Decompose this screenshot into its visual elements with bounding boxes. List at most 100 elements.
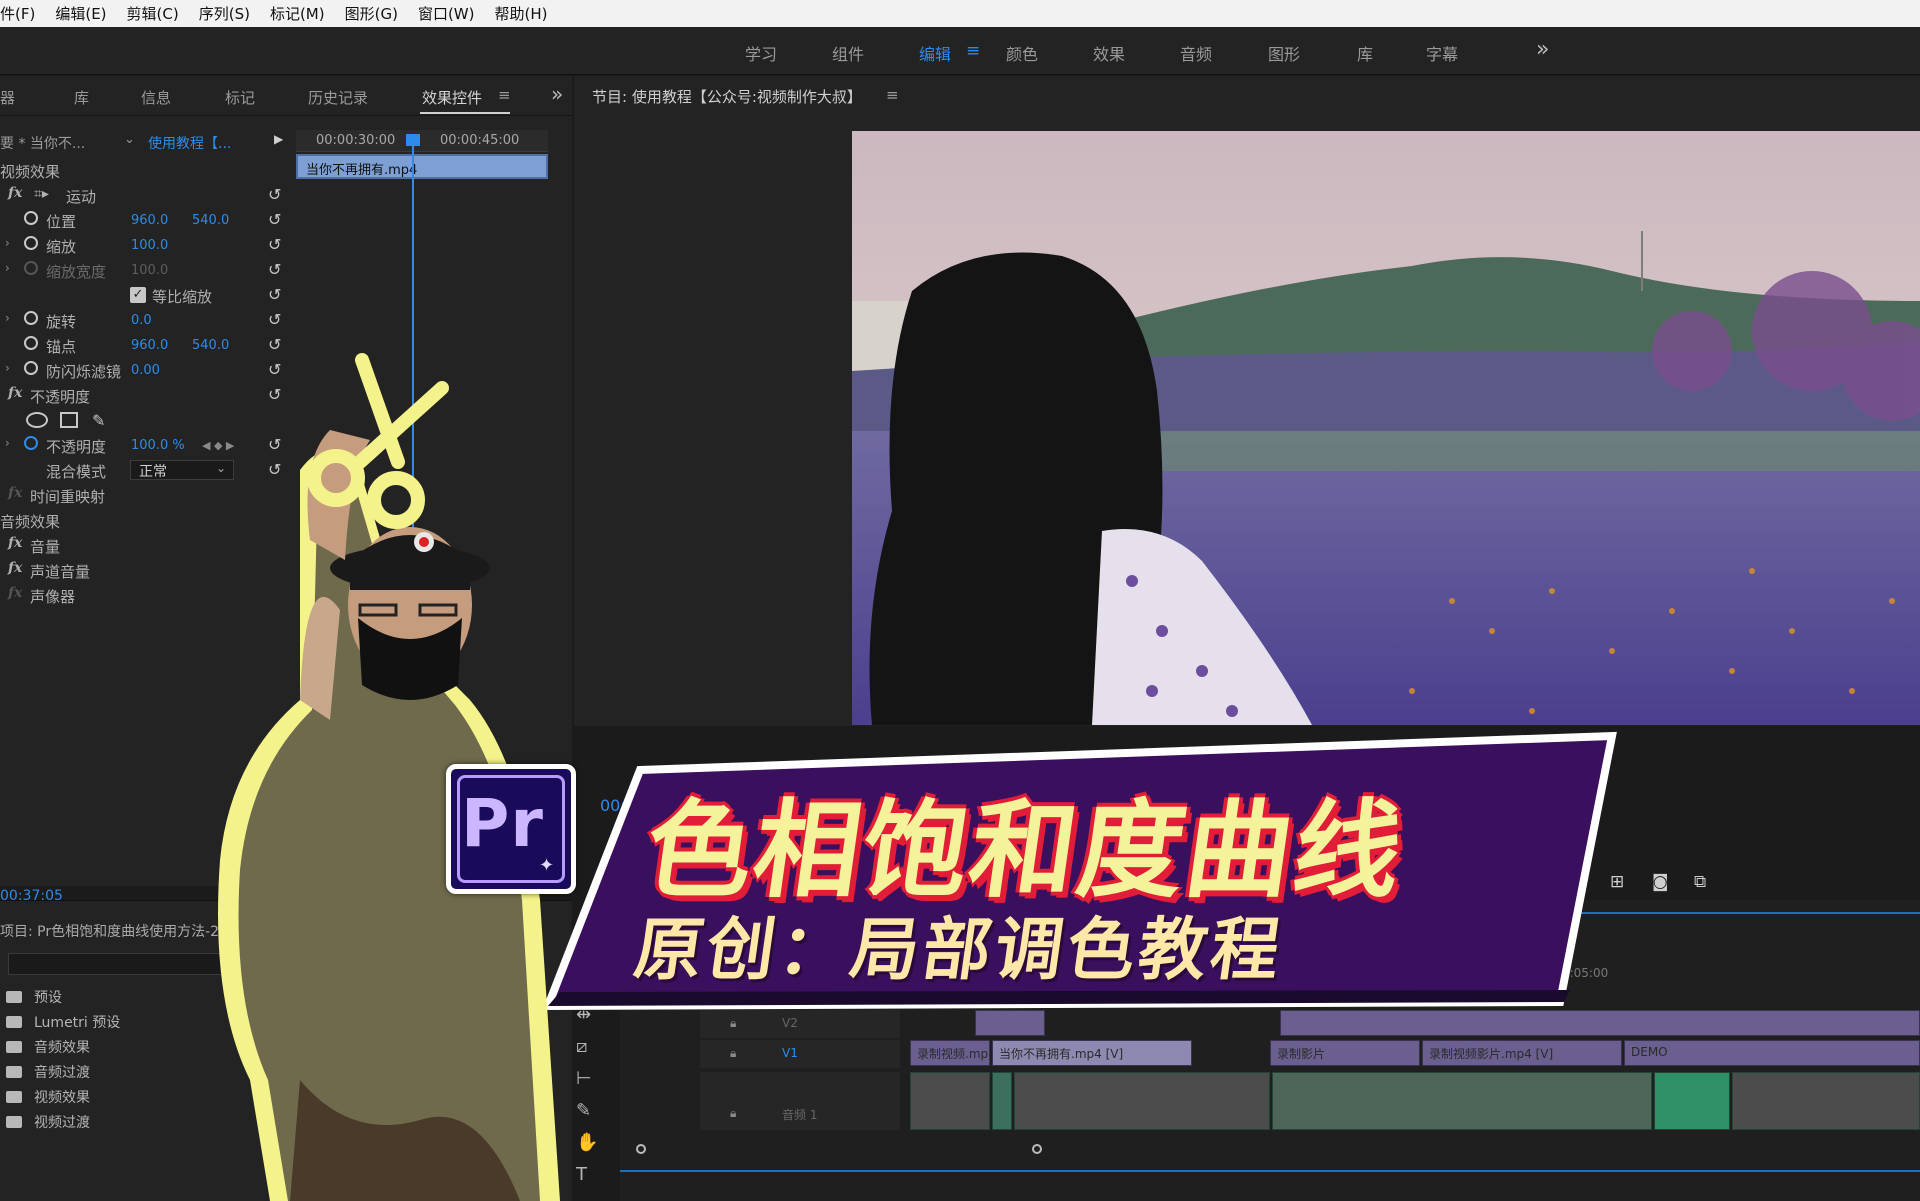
bin-presets[interactable]: 预设 [6, 987, 62, 1007]
reset-icon[interactable]: ↺ [268, 260, 281, 279]
effect-controls-ruler[interactable]: 00:00:30:00 00:00:45:00 [296, 130, 548, 152]
uniform-scale-checkbox[interactable]: ✓ [130, 287, 146, 303]
workspace-audio[interactable]: 音频 [1180, 41, 1212, 65]
audio-clip[interactable] [1014, 1072, 1270, 1130]
rectangle-mask-icon[interactable] [60, 412, 78, 428]
effect-opacity[interactable]: fx 不透明度 ↺ [0, 383, 292, 408]
timeline-clip[interactable]: 录制影片 [1270, 1040, 1420, 1066]
timeline-clip[interactable]: 录制视频.mp [910, 1040, 990, 1066]
stopwatch-icon[interactable] [24, 236, 38, 250]
stopwatch-icon[interactable] [24, 311, 38, 325]
timeline-clip[interactable]: DEMO [1624, 1040, 1920, 1066]
more-panels-icon[interactable]: » [551, 82, 563, 106]
menu-file[interactable]: 件(F) [0, 3, 45, 24]
panel-menu-icon[interactable]: ≡ [886, 86, 899, 104]
bin-lumetri-presets[interactable]: Lumetri 预设 [6, 1012, 120, 1032]
timeline-clip[interactable] [975, 1010, 1045, 1036]
reset-icon[interactable]: ↺ [268, 285, 281, 304]
scale-value[interactable]: 100.0 [131, 238, 168, 253]
fx-icon[interactable]: fx [8, 560, 22, 576]
reset-icon[interactable]: ↺ [268, 435, 281, 454]
workspace-menu-icon[interactable]: ≡ [966, 41, 980, 61]
camera-icon[interactable]: ◙ [1652, 872, 1669, 892]
track-header-v2[interactable]: 🔒︎ V2 [700, 1010, 900, 1038]
keyframe-nav-icon[interactable]: ◀ ◆ ▶ [202, 439, 234, 452]
workspace-editing[interactable]: 编辑 [919, 41, 951, 65]
reset-icon[interactable]: ↺ [268, 210, 281, 229]
more-workspaces-icon[interactable]: » [1536, 37, 1549, 62]
opacity-value[interactable]: 100.0 % [131, 438, 185, 453]
new-bin-icon[interactable]: ▣ [246, 955, 261, 974]
ellipse-mask-icon[interactable] [26, 412, 48, 428]
menu-clip[interactable]: 剪辑(C) [117, 3, 189, 24]
expand-arrow-icon[interactable]: › [5, 236, 10, 250]
workspace-color[interactable]: 颜色 [1006, 41, 1038, 65]
extract-icon[interactable]: ⊞ [1610, 872, 1624, 892]
pen-icon[interactable]: ✎ [576, 1100, 591, 1121]
audio-clip[interactable] [1654, 1072, 1730, 1130]
zoom-handle-right[interactable] [1032, 1144, 1042, 1154]
type-icon[interactable]: T [576, 1164, 587, 1185]
sequence-clip-link[interactable]: 使用教程【... [148, 133, 231, 153]
timeline-panel[interactable]: 00:00 00:00:45:00 00:02:00:00 00:02:05:0… [620, 900, 1920, 1201]
bin-audio-effects[interactable]: 音频效果 [6, 1037, 90, 1057]
hand-icon[interactable]: ✋ [576, 1132, 598, 1153]
bin-video-transitions[interactable]: 视频过渡 [6, 1112, 90, 1132]
menu-sequence[interactable]: 序列(S) [189, 3, 260, 24]
lock-icon[interactable]: 🔒︎ [730, 1106, 736, 1121]
tab-libraries[interactable]: 库 [74, 87, 89, 108]
reset-icon[interactable]: ↺ [268, 335, 281, 354]
slip-icon[interactable]: ⊢ [576, 1068, 592, 1089]
anchor-x-value[interactable]: 960.0 [131, 338, 168, 353]
timeline-clip[interactable]: 录制视频影片.mp4 [V] [1422, 1040, 1622, 1066]
master-clip-label[interactable]: 要 * 当你不... [0, 133, 85, 153]
position-y-value[interactable]: 540.0 [192, 213, 229, 228]
ripple-edit-icon[interactable]: ⇹ [576, 1004, 591, 1025]
reset-icon[interactable]: ↺ [268, 235, 281, 254]
effect-controls-clip[interactable]: 当你不再拥有.mp4 [296, 154, 548, 179]
fx-icon[interactable]: fx [8, 535, 22, 551]
timeline-clip[interactable] [1280, 1010, 1920, 1036]
reset-icon[interactable]: ↺ [268, 185, 281, 204]
anchor-y-value[interactable]: 540.0 [192, 338, 229, 353]
audio-clip[interactable] [1272, 1072, 1652, 1130]
tab-effect-controls[interactable]: 效果控件 [422, 87, 482, 108]
workspace-assembly[interactable]: 组件 [832, 41, 864, 65]
expand-arrow-icon[interactable]: › [5, 311, 10, 325]
lift-icon[interactable]: ⊓ [1570, 872, 1583, 892]
program-monitor-title[interactable]: 节目: 使用教程【公众号:视频制作大叔】 [592, 86, 862, 107]
play-icon[interactable]: ▶ [274, 132, 283, 146]
effects-search-input[interactable] [8, 953, 232, 975]
lock-icon[interactable]: 🔒︎ [730, 1046, 736, 1061]
stopwatch-icon[interactable] [24, 361, 38, 375]
pen-mask-icon[interactable]: ✎ [92, 411, 105, 430]
effect-motion[interactable]: fx ⌗▸ 运动 ↺ [0, 183, 292, 208]
track-header-a1[interactable]: 🔒︎ 音频 1 [700, 1072, 900, 1130]
reset-icon[interactable]: ↺ [268, 460, 281, 479]
reset-icon[interactable]: ↺ [268, 310, 281, 329]
workspace-effects[interactable]: 效果 [1093, 41, 1125, 65]
zoom-handle-left[interactable] [636, 1144, 646, 1154]
expand-arrow-icon[interactable]: › [5, 261, 10, 275]
menu-markers[interactable]: 标记(M) [260, 3, 335, 24]
workspace-captions[interactable]: 字幕 [1426, 41, 1458, 65]
program-video-frame[interactable] [852, 131, 1920, 725]
tab-info[interactable]: 信息 [141, 87, 171, 108]
menu-edit[interactable]: 编辑(E) [45, 3, 116, 24]
effect-time-remapping[interactable]: fx 时间重映射 [0, 483, 292, 508]
workspace-libraries[interactable]: 库 [1357, 41, 1373, 65]
expand-arrow-icon[interactable]: › [5, 361, 10, 375]
tab-markers[interactable]: 标记 [225, 87, 255, 108]
timeline-clip[interactable]: 当你不再拥有.mp4 [V] [992, 1040, 1192, 1066]
lock-icon[interactable]: 🔒︎ [730, 1016, 736, 1031]
stopwatch-icon[interactable] [24, 436, 38, 450]
reset-icon[interactable]: ↺ [268, 385, 281, 404]
workspace-graphics[interactable]: 图形 [1268, 41, 1300, 65]
reset-icon[interactable]: ↺ [268, 360, 281, 379]
menu-window[interactable]: 窗口(W) [408, 3, 485, 24]
stopwatch-icon[interactable] [24, 336, 38, 350]
audio-clip[interactable] [910, 1072, 990, 1130]
expand-arrow-icon[interactable]: › [5, 436, 10, 450]
chevron-down-icon[interactable]: ⌄ [124, 132, 135, 147]
razor-icon[interactable]: ⧄ [576, 1036, 587, 1057]
